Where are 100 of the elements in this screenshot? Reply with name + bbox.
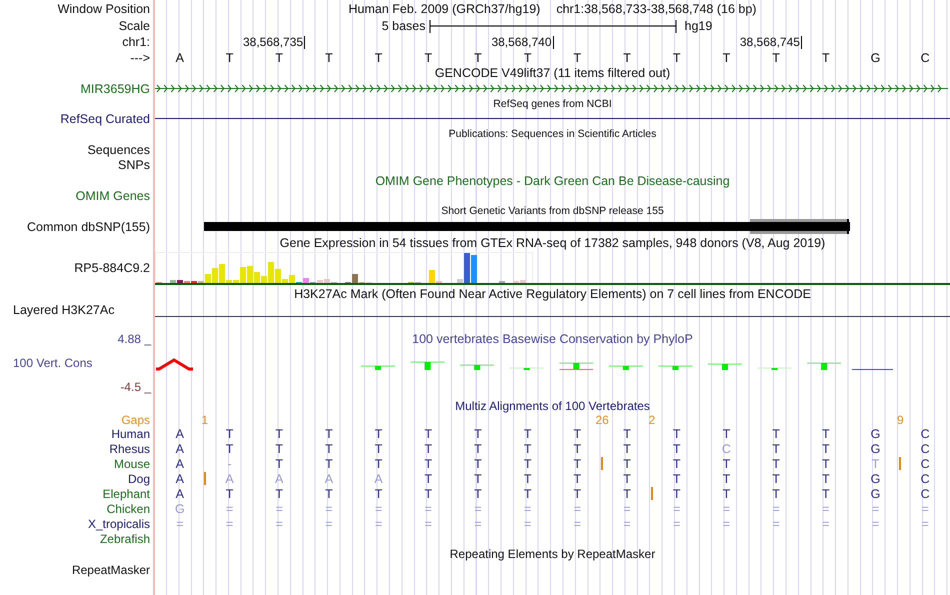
aligned-base: T (722, 456, 730, 470)
aligned-base: = (474, 502, 482, 516)
species-label: Chicken (106, 502, 150, 516)
species-label: Rhesus (109, 442, 150, 456)
base-letter: T (623, 50, 631, 64)
aligned-base: = (872, 502, 880, 516)
species-label: Dog (128, 472, 150, 486)
aligned-base: T (424, 442, 432, 456)
aligned-base: T (772, 442, 780, 456)
aligned-base: C (920, 486, 930, 500)
track-label: Layered H3K27Ac (13, 303, 114, 317)
aligned-base: C (920, 456, 930, 470)
base-letter: T (722, 50, 730, 64)
position-title: chr1:38,568,733-38,568,748 (16 bp) (556, 2, 756, 16)
track-label: RP5-884C9.2 (74, 261, 150, 275)
base-letter: T (772, 50, 780, 64)
aligned-base: = (722, 502, 730, 516)
track-label: Common dbSNP(155) (27, 220, 150, 234)
track-label: RepeatMasker (72, 562, 150, 576)
position-label: 38,568,735 (243, 36, 306, 48)
aligned-base: = (673, 516, 680, 530)
aligned-base: T (822, 486, 830, 500)
aligned-base: T (474, 426, 482, 440)
base-letter: T (524, 50, 532, 64)
aligned-base: T (574, 486, 582, 500)
aligned-base: T (275, 426, 284, 440)
aligned-base: T (424, 472, 432, 486)
base-letter: T (424, 50, 432, 64)
aligned-base: A (374, 472, 383, 486)
aligned-base: = (574, 516, 581, 530)
aligned-base: T (424, 486, 432, 500)
species-label: Human (111, 426, 150, 440)
scale-assembly: hg19 (684, 18, 712, 32)
base-letter: T (226, 50, 234, 64)
track-title: Publications: Sequences in Scientific Articles (448, 128, 656, 140)
aligned-base: T (474, 486, 482, 500)
species-label: Mouse (114, 456, 150, 470)
aligned-base: = (325, 502, 333, 516)
aligned-base: = (574, 502, 581, 516)
aligned-base: C (722, 442, 731, 456)
aligned-base: = (424, 502, 432, 516)
aligned-base: T (524, 486, 532, 500)
aligned-base: T (574, 456, 582, 470)
aligned-base: T (275, 442, 284, 456)
aligned-base: T (374, 486, 382, 500)
aligned-base: = (474, 516, 482, 530)
aligned-base: - (227, 456, 232, 470)
aligned-base: T (524, 426, 532, 440)
position-label: 38,568,745 (740, 36, 802, 48)
track-label: 100 Vert. Cons (12, 356, 94, 370)
aligned-base: T (226, 486, 234, 500)
aligned-base: G (870, 426, 880, 440)
aligned-base: = (623, 516, 631, 530)
aligned-base: T (574, 442, 582, 456)
aligned-base: T (574, 426, 582, 440)
track-label: Window Position (58, 2, 150, 16)
aligned-base: = (922, 516, 929, 530)
aligned-base: T (822, 442, 830, 456)
aligned-base: = (922, 502, 929, 516)
aligned-base: = (623, 502, 631, 516)
aligned-base: T (524, 442, 532, 456)
track-title: Gene Expression in 54 tissues from GTEx RNA-seq of 17382 samples, 948 donors (V8, Aug 2019) (280, 236, 826, 250)
aligned-base: G (174, 502, 185, 516)
aligned-base: = (772, 516, 780, 530)
aligned-base: A (176, 472, 184, 486)
track-label: ---> (130, 50, 150, 64)
aligned-base: A (225, 472, 234, 486)
aligned-base: T (226, 426, 234, 440)
aligned-base: T (822, 472, 830, 486)
aligned-base: = (424, 516, 432, 530)
aligned-base: T (325, 486, 333, 500)
aligned-base: T (275, 456, 284, 470)
aligned-base: T (822, 426, 830, 440)
track-title: GENCODE V49lift37 (11 items filtered out) (434, 66, 670, 80)
position-label: 38,568,740 (491, 36, 554, 48)
aligned-base: T (325, 442, 333, 456)
aligned-base: A (176, 456, 184, 470)
base-letter: T (822, 50, 830, 64)
track-title: OMIM Gene Phenotypes - Dark Green Can Be Disease-causing (375, 174, 730, 188)
aligned-base: G (870, 472, 880, 486)
aligned-base: C (920, 472, 930, 486)
aligned-base: T (772, 486, 780, 500)
aligned-base: = (276, 516, 283, 530)
aligned-base: T (722, 486, 730, 500)
aligned-base: T (325, 426, 333, 440)
aligned-base: = (772, 502, 780, 516)
aligned-base: T (374, 426, 382, 440)
aligned-base: T (722, 426, 730, 440)
species-label: Zebrafish (100, 532, 150, 546)
aligned-base: T (722, 472, 730, 486)
aligned-base: T (772, 426, 780, 440)
track-title: Short Genetic Variants from dbSNP release 155 (441, 205, 664, 217)
aligned-base: T (574, 472, 582, 486)
track-label: OMIM Genes (76, 189, 150, 203)
aligned-base: = (226, 502, 234, 516)
aligned-base: = (524, 502, 532, 516)
track-label: SNPs (118, 158, 150, 172)
base-letter: T (574, 50, 582, 64)
aligned-base: T (474, 442, 482, 456)
track-label: chr1: (122, 35, 150, 49)
